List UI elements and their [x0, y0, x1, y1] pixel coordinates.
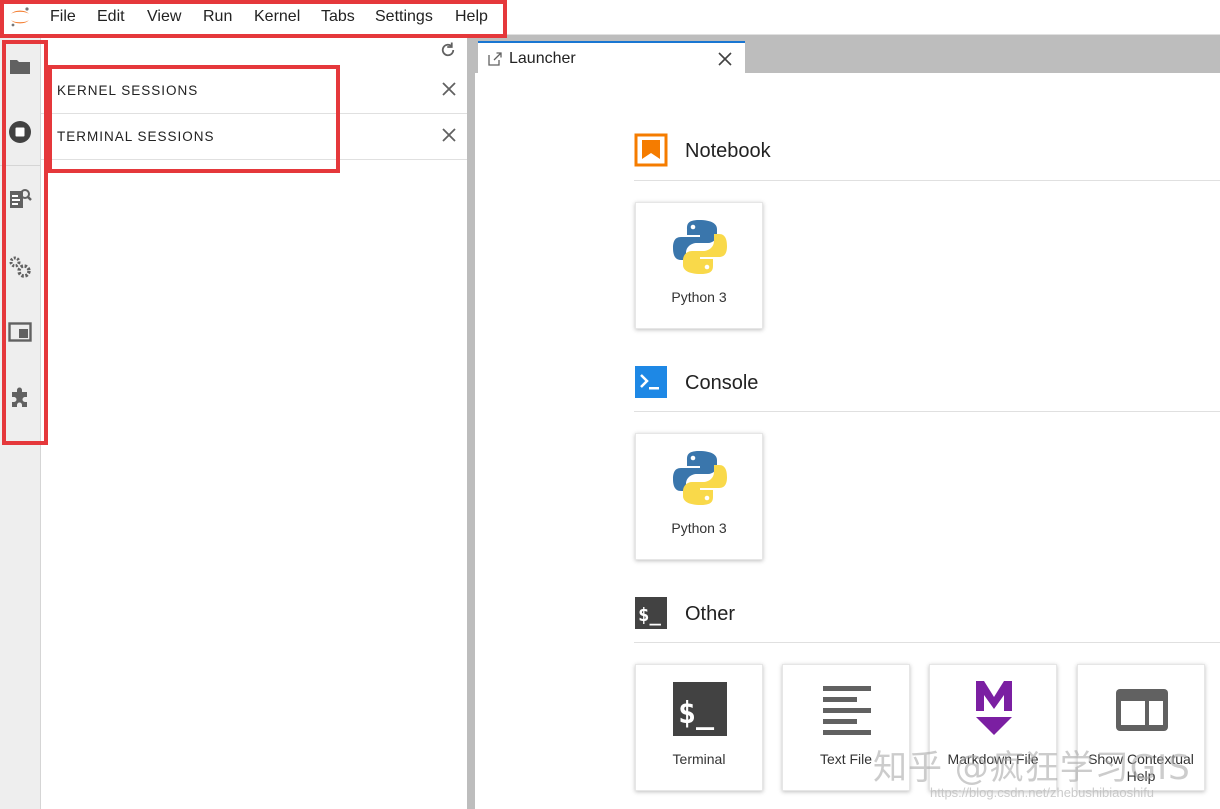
svg-text:$_: $_ [678, 696, 715, 731]
menu-view[interactable]: View [147, 8, 181, 26]
svg-text:$_: $_ [638, 604, 661, 626]
section-divider [634, 180, 1220, 181]
jupyter-logo-icon [11, 7, 29, 27]
tab-launcher[interactable]: Launcher [478, 41, 745, 77]
launch-icon [488, 52, 502, 66]
close-icon[interactable] [717, 51, 733, 67]
markdown-file-card[interactable]: Markdown File [929, 664, 1057, 791]
menu-bar: File Edit View Run Kernel Tabs Settings … [0, 0, 1220, 35]
property-inspector-icon[interactable] [8, 187, 32, 211]
terminal-sessions-section[interactable]: TERMINAL SESSIONS [41, 114, 467, 160]
console-icon [635, 366, 667, 398]
tabs-icon[interactable] [8, 320, 32, 344]
tab-bar: Launcher [475, 35, 1220, 77]
activity-bar [0, 35, 41, 809]
cogs-icon[interactable] [8, 255, 32, 279]
menu-settings[interactable]: Settings [375, 8, 433, 26]
terminal-icon: $_ [670, 679, 730, 739]
section-divider [634, 411, 1220, 412]
contextual-help-card[interactable]: Show Contextual Help [1077, 664, 1205, 791]
menu-tabs[interactable]: Tabs [321, 8, 355, 26]
card-label: Markdown File [947, 751, 1039, 767]
running-sessions-panel: KERNEL SESSIONS TERMINAL SESSIONS [41, 35, 467, 809]
card-label: Terminal [672, 751, 726, 767]
text-file-icon [817, 679, 877, 739]
python-logo-icon [670, 217, 730, 277]
menu-kernel[interactable]: Kernel [254, 8, 300, 26]
terminal-sessions-label: TERMINAL SESSIONS [57, 129, 215, 144]
menu-file[interactable]: File [50, 8, 76, 26]
panel-splitter[interactable] [467, 35, 475, 809]
menu-edit[interactable]: Edit [97, 8, 125, 26]
python-logo-icon [670, 448, 730, 508]
notebook-section-title: Notebook [685, 140, 771, 162]
folder-icon[interactable] [8, 55, 32, 79]
terminal-card[interactable]: $_ Terminal [635, 664, 763, 791]
extension-icon[interactable] [8, 385, 32, 409]
console-section-title: Console [685, 372, 759, 394]
menu-run[interactable]: Run [203, 8, 232, 26]
card-label: Text File [819, 751, 873, 767]
card-label: Python 3 [671, 289, 727, 305]
other-section-title: Other [685, 603, 736, 625]
text-file-card[interactable]: Text File [782, 664, 910, 791]
stop-circle-icon[interactable] [8, 120, 32, 144]
notebook-icon [634, 133, 668, 167]
kernel-sessions-section[interactable]: KERNEL SESSIONS [41, 68, 467, 114]
refresh-icon[interactable] [439, 41, 457, 59]
close-icon[interactable] [441, 81, 457, 97]
kernel-sessions-label: KERNEL SESSIONS [57, 83, 199, 98]
card-label: Python 3 [671, 520, 727, 536]
contextual-help-icon [1112, 679, 1172, 739]
activity-separator [0, 165, 41, 166]
tab-label: Launcher [509, 50, 576, 67]
menu-help[interactable]: Help [455, 8, 488, 26]
main-dock-area: Launcher Notebook Python 3 Console Pytho… [475, 35, 1220, 809]
console-python3-card[interactable]: Python 3 [635, 433, 763, 560]
close-icon[interactable] [441, 127, 457, 143]
section-divider [634, 642, 1220, 643]
markdown-icon [964, 679, 1024, 739]
other-terminal-icon: $_ [635, 597, 667, 629]
card-label: Show Contextual Help [1088, 751, 1194, 784]
notebook-python3-card[interactable]: Python 3 [635, 202, 763, 329]
